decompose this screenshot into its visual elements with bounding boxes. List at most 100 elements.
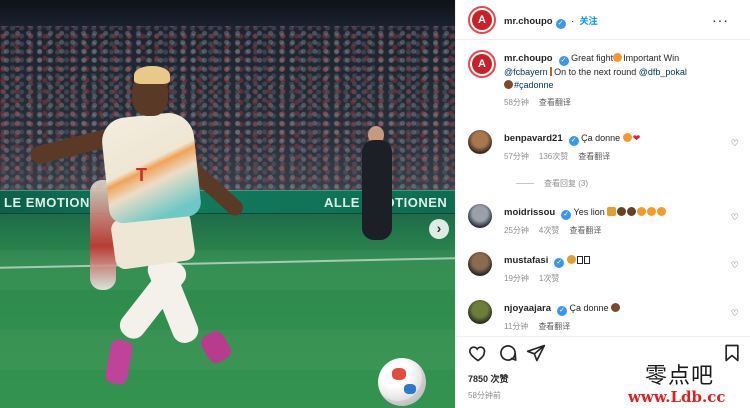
translate-link[interactable]: 查看翻译 — [569, 226, 601, 235]
comment-icon[interactable] — [498, 343, 518, 363]
stadium-roof — [0, 0, 455, 26]
verified-icon: ✓ — [554, 258, 565, 268]
caption: A mr.choupo ✓ Great fight Important Win @f… — [468, 50, 743, 120]
translate-link[interactable]: 查看翻译 — [538, 322, 570, 331]
pitch-stripe — [0, 250, 455, 290]
red-heart-emoji-icon: ❤ — [632, 133, 641, 143]
player-hair — [134, 66, 170, 84]
comment-text: mustafasi ✓ 19分钟 1次赞 — [504, 254, 724, 285]
translate-link[interactable]: 查看翻译 — [578, 152, 610, 161]
fire-emoji-icon — [647, 207, 657, 216]
comment-body: Yes lion — [573, 207, 605, 217]
avatar-logo-icon: A — [472, 10, 492, 30]
comment-text: moidrissou ✓ Yes lion 25分钟 4次赞 查看翻译 — [504, 206, 724, 237]
mention-link[interactable]: @fcbayern — [504, 67, 548, 77]
comment-body: Ça donne — [569, 303, 609, 313]
comment-text: njoyaajara ✓ Ça donne 11分钟 查看翻译 — [504, 302, 724, 332]
comment-meta: 11分钟 查看翻译 — [504, 320, 724, 332]
header-user: mr.choupo ✓ · 关注 — [504, 14, 598, 29]
ad-board-text-left: LE EMOTION — [4, 195, 90, 210]
clapping-emoji-icon — [566, 255, 576, 264]
muscle-emoji-icon — [627, 207, 637, 216]
flag-emoji-icon — [550, 67, 553, 76]
verified-icon: ✓ — [558, 56, 569, 66]
commenter-avatar[interactable] — [468, 300, 492, 324]
caption-meta: 58分钟 查看翻译 — [504, 96, 724, 109]
verified-icon: ✓ — [557, 306, 567, 316]
comment-item: mustafasi ✓ 19分钟 1次赞 ♡ — [468, 252, 743, 292]
comment-time: 25分钟 — [504, 226, 529, 235]
comment-like-heart-icon[interactable]: ♡ — [731, 260, 739, 271]
comment-meta: 57分钟 136次赞 查看翻译 — [504, 150, 724, 163]
avatar-logo-icon: A — [472, 54, 492, 74]
verified-icon: ✓ — [561, 210, 572, 220]
mention-link[interactable]: @dfb_pokal — [639, 67, 687, 77]
fire-emoji-icon — [613, 53, 623, 62]
comment-meta: 19分钟 1次赞 — [504, 272, 724, 285]
comments-list[interactable]: A mr.choupo ✓ Great fight Important Win @f… — [456, 44, 750, 332]
caption-username[interactable]: mr.choupo — [504, 53, 553, 64]
caption-text-1: Great fight — [571, 53, 614, 63]
comment-item: moidrissou ✓ Yes lion 25分钟 4次赞 查看翻译 ♡ — [468, 204, 743, 244]
commenter-avatar[interactable] — [468, 252, 492, 276]
post-panel: A mr.choupo ✓ · 关注 ··· A mr.choupo ✓ Great… — [455, 0, 750, 408]
comment-username[interactable]: mustafasi — [504, 255, 548, 266]
comment-likes[interactable]: 4次赞 — [539, 226, 559, 235]
lion-emoji-icon — [607, 207, 617, 216]
post-time: 58分钟前 — [468, 391, 501, 400]
heart-icon[interactable] — [468, 343, 488, 363]
commenter-avatar[interactable] — [468, 204, 492, 228]
unknown-glyph-icon — [576, 256, 583, 264]
comment-time: 11分钟 — [504, 322, 529, 331]
comment-text: benpavard21 ✓ Ça donne ❤ 57分钟 136次赞 查看翻译 — [504, 132, 724, 163]
comment-username[interactable]: njoyaajara — [504, 303, 551, 314]
muscle-emoji-icon — [617, 207, 627, 216]
bookmark-icon[interactable] — [722, 343, 742, 363]
likes-count[interactable]: 7850 次赞 — [468, 372, 509, 385]
fire-emoji-icon — [622, 133, 632, 142]
soccer-ball — [378, 358, 426, 406]
verified-icon: ✓ — [555, 19, 566, 29]
comment-time: 19分钟 — [504, 274, 529, 283]
more-options-icon[interactable]: ··· — [712, 12, 729, 28]
hashtag-link[interactable]: #çadonne — [514, 80, 554, 90]
shirt-logo: T — [136, 165, 147, 185]
follow-button[interactable]: 关注 — [580, 16, 598, 26]
caption-text-3: On to the next round — [554, 67, 637, 77]
referee — [362, 140, 392, 240]
comment-item: benpavard21 ✓ Ça donne ❤ 57分钟 136次赞 查看翻译 ♡ … — [468, 130, 743, 194]
commenter-avatar[interactable] — [468, 130, 492, 154]
watermark-text: 零点吧 — [645, 364, 715, 389]
verified-icon: ✓ — [568, 136, 579, 146]
unknown-glyph-icon — [583, 256, 590, 264]
muscle-emoji-icon — [504, 80, 513, 89]
fire-emoji-icon — [637, 207, 647, 216]
next-photo-button[interactable]: › — [429, 219, 449, 239]
comment-username[interactable]: benpavard21 — [504, 133, 563, 144]
view-replies-link[interactable]: 查看回复 (3) — [516, 178, 588, 189]
comment-time: 57分钟 — [504, 152, 529, 161]
fire-emoji-icon — [657, 207, 667, 216]
comment-like-heart-icon[interactable]: ♡ — [731, 212, 739, 223]
post-header: A mr.choupo ✓ · 关注 ··· — [456, 0, 750, 40]
watermark-url: www.Ldb.cc — [628, 388, 726, 406]
comment-meta: 25分钟 4次赞 查看翻译 — [504, 224, 724, 237]
translate-link[interactable]: 查看翻译 — [539, 98, 571, 107]
caption-time: 58分钟 — [504, 98, 529, 107]
muscle-emoji-icon — [611, 303, 621, 312]
caption-text: mr.choupo ✓ Great fight Important Win @fcb… — [504, 52, 724, 109]
avatar[interactable]: A — [468, 50, 496, 78]
comment-like-heart-icon[interactable]: ♡ — [731, 308, 739, 319]
separator-dot: · — [571, 16, 575, 26]
post-photo[interactable]: LE EMOTION ALLE EMOTIONEN T › — [0, 0, 455, 408]
header-username[interactable]: mr.choupo — [504, 16, 553, 27]
comment-item: njoyaajara ✓ Ça donne 11分钟 查看翻译 ♡ — [468, 300, 743, 332]
avatar[interactable]: A — [468, 6, 496, 34]
caption-text-2: Important Win — [623, 53, 680, 63]
comment-username[interactable]: moidrissou — [504, 207, 555, 218]
comment-likes[interactable]: 136次赞 — [539, 152, 568, 161]
comment-like-heart-icon[interactable]: ♡ — [731, 138, 739, 149]
comment-body: Ça donne — [581, 133, 621, 143]
comment-likes[interactable]: 1次赞 — [539, 274, 559, 283]
share-icon[interactable] — [526, 343, 546, 363]
